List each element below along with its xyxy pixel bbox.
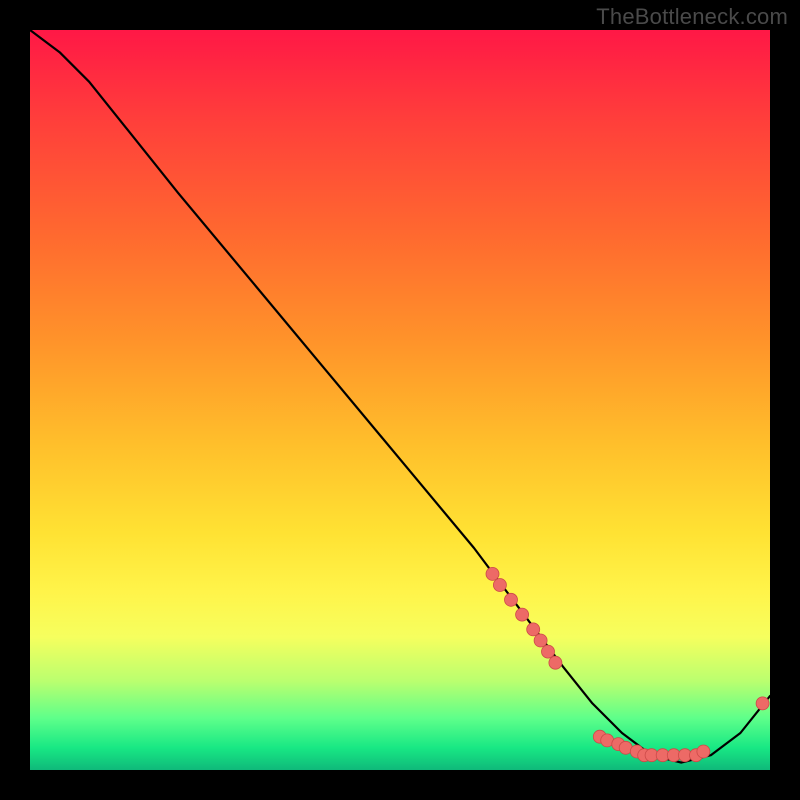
chart-overlay: [30, 30, 770, 770]
data-marker: [549, 656, 562, 669]
chart-frame: TheBottleneck.com: [0, 0, 800, 800]
data-marker: [697, 745, 710, 758]
data-marker: [505, 593, 518, 606]
watermark-text: TheBottleneck.com: [596, 4, 788, 30]
data-marker: [516, 608, 529, 621]
data-marker: [534, 634, 547, 647]
data-marker: [756, 697, 769, 710]
data-marker: [542, 645, 555, 658]
bottleneck-curve: [30, 30, 770, 763]
data-marker: [486, 567, 499, 580]
data-markers-group: [486, 567, 769, 761]
data-marker: [493, 579, 506, 592]
data-marker: [527, 623, 540, 636]
